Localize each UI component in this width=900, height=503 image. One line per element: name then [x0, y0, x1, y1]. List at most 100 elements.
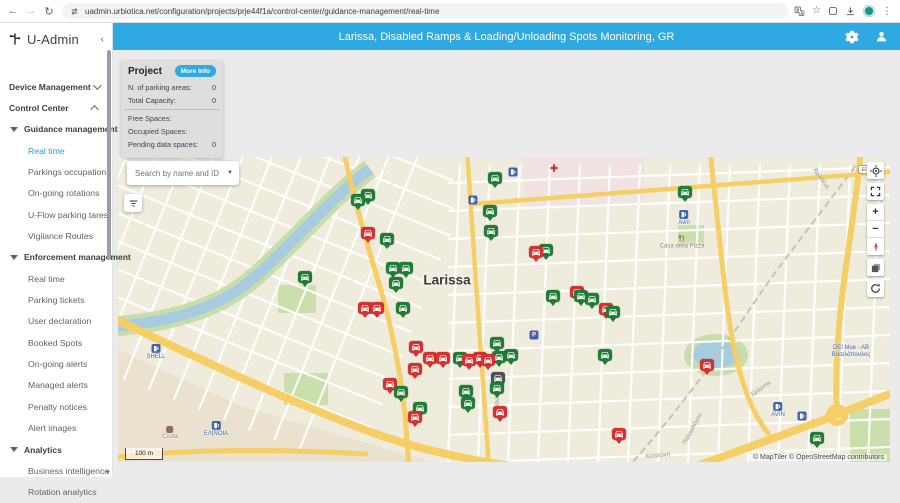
parking-spot-marker-occupied[interactable]: [408, 363, 422, 375]
site-info-icon[interactable]: [70, 7, 79, 16]
sidebar-item-user-declaration[interactable]: User declaration: [0, 311, 112, 332]
parking-spot-marker-free[interactable]: [598, 349, 612, 361]
parking-spot-marker-free[interactable]: [483, 205, 497, 217]
parking-spot-marker-occupied[interactable]: [423, 352, 437, 364]
zoom-in-button[interactable]: +: [867, 204, 884, 221]
sidebar-item-booked-spots[interactable]: Booked Spots: [0, 332, 112, 353]
parking-spot-marker-occupied[interactable]: [361, 227, 375, 239]
poi-label: SHELL: [146, 354, 165, 360]
sidebar-item-real-time[interactable]: Real time: [0, 140, 112, 161]
refresh-icon: [870, 283, 881, 294]
parking-spot-marker-occupied[interactable]: [493, 406, 507, 418]
parking-spot-marker-free[interactable]: [396, 302, 410, 314]
compass-button[interactable]: [867, 238, 884, 255]
parking-spot-marker-occupied[interactable]: [408, 411, 422, 423]
parking-spot-marker-occupied[interactable]: [436, 352, 450, 364]
car-icon: [492, 338, 502, 348]
parking-spot-marker-free[interactable]: [461, 397, 475, 409]
project-stat-row: N. of parking areas:0: [128, 81, 216, 94]
car-icon: [614, 429, 624, 439]
sidebar-item-vigilance-routes[interactable]: Vigilance Routes: [0, 225, 112, 246]
car-icon: [398, 303, 408, 313]
profile-avatar[interactable]: [863, 5, 875, 17]
sidebar-item-analytics[interactable]: Analytics: [0, 439, 112, 460]
sidebar-scroll-down-icon[interactable]: ▼: [105, 470, 111, 476]
map-canvas[interactable]: Search by name and ID ▼ + −: [118, 157, 890, 462]
sidebar-item-parking-tickets[interactable]: Parking tickets: [0, 289, 112, 310]
parking-spot-marker-free[interactable]: [488, 172, 502, 184]
refresh-map-button[interactable]: [867, 280, 884, 297]
car-icon: [494, 352, 504, 362]
parking-spot-marker-free[interactable]: [678, 186, 692, 198]
sidebar: U-Admin ‹ Device ManagementControl Cente…: [0, 23, 113, 477]
url-text: uadmin.urbiotica.net/configuration/proje…: [85, 7, 439, 16]
bookmark-star-icon[interactable]: ☆: [812, 6, 821, 16]
sidebar-item-on-going-rotations[interactable]: On-going rotations: [0, 183, 112, 204]
parking-spot-marker-occupied[interactable]: [481, 354, 495, 366]
sidebar-item-enforcement-management[interactable]: Enforcement management: [0, 247, 112, 268]
parking-spot-marker-free[interactable]: [351, 194, 365, 206]
browser-menu-icon[interactable]: ⋮: [882, 6, 892, 17]
poi-label: ΕΛΙΝΟΙΑ: [204, 431, 228, 437]
sidebar-item-device-management[interactable]: Device Management: [0, 76, 112, 97]
parking-spot-marker-free[interactable]: [546, 290, 560, 302]
filter-button[interactable]: [124, 194, 142, 212]
place-label: DEI blue - ABΒασιλόπουλος: [832, 345, 870, 359]
address-bar[interactable]: uadmin.urbiotica.net/configuration/proje…: [62, 3, 788, 19]
sidebar-item-rotation-analytics[interactable]: Rotation analytics: [0, 482, 112, 503]
more-info-button[interactable]: More Info: [175, 65, 216, 77]
parking-spot-marker-free[interactable]: [490, 382, 504, 394]
sidebar-collapse-icon[interactable]: ‹: [101, 34, 104, 45]
car-icon: [483, 355, 493, 365]
user-account-icon[interactable]: [875, 30, 888, 43]
parking-spot-marker-occupied[interactable]: [529, 246, 543, 258]
browser-forward-icon[interactable]: →: [22, 5, 40, 17]
poi-label: Costa: [162, 434, 178, 440]
poi-label: AVIN: [771, 412, 785, 418]
sidebar-item-penalty-notices[interactable]: Penalty notices: [0, 396, 112, 417]
geolocate-button[interactable]: [867, 162, 884, 179]
sidebar-menu: Device ManagementControl CenterGuidance …: [0, 76, 112, 503]
sidebar-item-real-time[interactable]: Real time: [0, 268, 112, 289]
parking-spot-marker-occupied[interactable]: [700, 359, 714, 371]
browser-back-icon[interactable]: ←: [4, 5, 22, 17]
sidebar-item-control-center[interactable]: Control Center: [0, 97, 112, 118]
sidebar-scrollbar[interactable]: [107, 50, 111, 260]
sidebar-item-parkings-occupation[interactable]: Parkings occupation: [0, 161, 112, 182]
parking-spot-marker-occupied[interactable]: [370, 302, 384, 314]
map-search-select[interactable]: Search by name and ID ▼: [127, 161, 239, 185]
fullscreen-button[interactable]: [867, 183, 884, 200]
parking-spot-marker-free[interactable]: [484, 225, 498, 237]
parking-spot-marker-occupied[interactable]: [409, 341, 423, 353]
layers-button[interactable]: [867, 259, 884, 276]
settings-gear-icon[interactable]: [845, 30, 859, 44]
parking-spot-marker-free[interactable]: [399, 262, 413, 274]
parking-spot-marker-free[interactable]: [606, 306, 620, 318]
extensions-icon[interactable]: [828, 6, 838, 16]
sidebar-item-alert-images[interactable]: Alert images: [0, 418, 112, 439]
minus-icon: −: [872, 224, 878, 235]
translate-icon[interactable]: [794, 6, 805, 17]
download-icon[interactable]: [845, 6, 856, 17]
parking-spot-marker-free[interactable]: [380, 233, 394, 245]
sidebar-item-business-intelligence[interactable]: Business intelligence: [0, 460, 112, 481]
sidebar-item-on-going-alerts[interactable]: On-going alerts: [0, 353, 112, 374]
zoom-out-button[interactable]: −: [867, 221, 884, 238]
parking-spot-marker-free[interactable]: [585, 293, 599, 305]
parking-spot-marker-occupied[interactable]: [462, 354, 476, 366]
parking-spot-marker-free[interactable]: [386, 262, 400, 274]
parking-spot-marker-free[interactable]: [394, 386, 408, 398]
sidebar-item-guidance-management[interactable]: Guidance management: [0, 119, 112, 140]
browser-refresh-icon[interactable]: ↻: [40, 5, 58, 18]
parking-spot-marker-free[interactable]: [490, 337, 504, 349]
car-icon: [410, 364, 420, 374]
car-icon: [492, 383, 502, 393]
parking-spot-marker-free[interactable]: [504, 349, 518, 361]
parking-spot-marker-free[interactable]: [810, 432, 824, 444]
sidebar-item-managed-alerts[interactable]: Managed alerts: [0, 375, 112, 396]
parking-spot-marker-free[interactable]: [459, 385, 473, 397]
parking-spot-marker-occupied[interactable]: [612, 428, 626, 440]
sidebar-item-u-flow-parking-tares[interactable]: U-Flow parking tares: [0, 204, 112, 225]
parking-spot-marker-free[interactable]: [298, 271, 312, 283]
parking-spot-marker-free[interactable]: [389, 277, 403, 289]
